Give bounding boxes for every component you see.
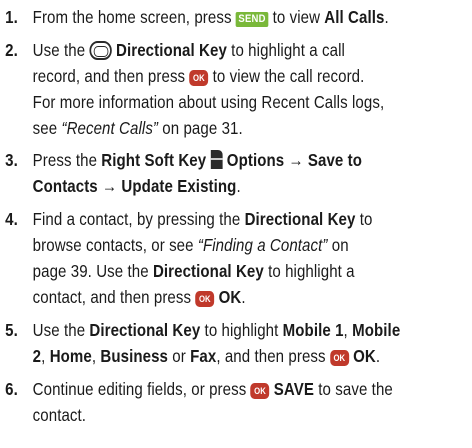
bold-text: Directional Key <box>152 261 264 281</box>
bold-text: Directional Key <box>244 209 356 229</box>
text: Use the <box>32 40 90 60</box>
text: on page 31. <box>158 118 243 138</box>
step-line: browse contacts, or see “Finding a Conta… <box>33 233 349 257</box>
ok-key-icon: OK <box>250 383 270 399</box>
text: contact, and then press <box>32 287 196 307</box>
text: or <box>168 346 191 366</box>
text: , <box>91 346 101 366</box>
text: to view <box>268 7 325 27</box>
step-number: 4. <box>5 209 18 229</box>
text: , and then press <box>216 346 330 366</box>
text: contact. <box>32 405 87 425</box>
text: to highlight a <box>263 261 355 281</box>
directional-key-icon <box>89 41 112 60</box>
step-line: record, and then press OK to view the ca… <box>33 64 365 88</box>
cross-reference: “Finding a Contact” <box>197 235 328 255</box>
bold-text: Directional Key <box>116 40 227 60</box>
text: From the home screen, press <box>32 7 236 27</box>
ok-key-icon: OK <box>189 70 209 86</box>
bold-text: Directional Key <box>89 320 201 340</box>
step-line: Use the Directional Key to highlight a c… <box>33 38 345 62</box>
cross-reference: “Recent Calls” <box>61 118 159 138</box>
text: Press the <box>32 150 102 170</box>
text: to highlight a call <box>226 40 345 60</box>
step-line: see “Recent Calls” on page 31. <box>33 116 243 140</box>
instruction-steps: 1. From the home screen, press SEND to v… <box>0 0 472 448</box>
ok-key-icon: OK <box>195 291 215 307</box>
text: Use the <box>32 320 90 340</box>
text: page 39. Use the <box>32 261 153 281</box>
step-line: From the home screen, press SEND to view… <box>33 5 389 29</box>
step-number: 1. <box>5 7 18 27</box>
step-number: 6. <box>5 379 18 399</box>
text: Continue editing fields, or press <box>32 379 251 399</box>
text: . <box>241 287 246 307</box>
text: Find a contact, by pressing the <box>32 209 245 229</box>
text: . <box>236 176 241 196</box>
bold-text: OK <box>353 346 376 366</box>
bold-text: Mobile 1 <box>282 320 344 340</box>
step-line: contact, and then press OK OK. <box>33 285 246 309</box>
text: to view the call record. <box>208 66 365 86</box>
step-line: 2, Home, Business or Fax, and then press… <box>33 344 380 368</box>
ok-key-icon: OK <box>329 350 349 366</box>
text: to highlight <box>200 320 283 340</box>
text: , <box>41 346 50 366</box>
step-line: Continue editing fields, or press OK SAV… <box>33 377 393 401</box>
bold-text: Fax <box>190 346 217 366</box>
bold-text: Contacts → Update Existing <box>32 176 237 196</box>
text: . <box>375 346 381 366</box>
text: to save the <box>314 379 393 399</box>
step-line: page 39. Use the Directional Key to high… <box>33 259 355 283</box>
step-line: Press the Right Soft Key Options → Save … <box>33 148 362 172</box>
text: see <box>32 118 62 138</box>
text: browse contacts, or see <box>32 235 198 255</box>
bold-text: 2 <box>32 346 42 366</box>
right-soft-key-icon <box>210 150 223 169</box>
send-key-icon: SEND <box>235 12 269 27</box>
step-line: For more information about using Recent … <box>33 90 385 114</box>
text: to <box>355 209 373 229</box>
bold-text: Right Soft Key <box>101 150 207 170</box>
step-line: Find a contact, by pressing the Directio… <box>33 207 373 231</box>
bold-text: Home <box>49 346 92 366</box>
bold-text: Business <box>100 346 169 366</box>
bold-text: All Calls <box>324 7 385 27</box>
text: on <box>327 235 349 255</box>
step-line: Use the Directional Key to highlight Mob… <box>33 318 401 342</box>
text: For more information about using Recent … <box>32 92 385 112</box>
step-line: Contacts → Update Existing. <box>33 174 241 198</box>
step-number: 2. <box>5 40 18 60</box>
step-number: 5. <box>5 320 18 340</box>
bold-text: OK <box>218 287 242 307</box>
text: . <box>384 7 389 27</box>
bold-text: Mobile <box>352 320 401 340</box>
bold-text: Options → Save to <box>226 150 363 170</box>
step-number: 3. <box>5 150 18 170</box>
bold-text: SAVE <box>273 379 315 399</box>
text: record, and then press <box>32 66 190 86</box>
step-line: contact. <box>33 403 86 427</box>
